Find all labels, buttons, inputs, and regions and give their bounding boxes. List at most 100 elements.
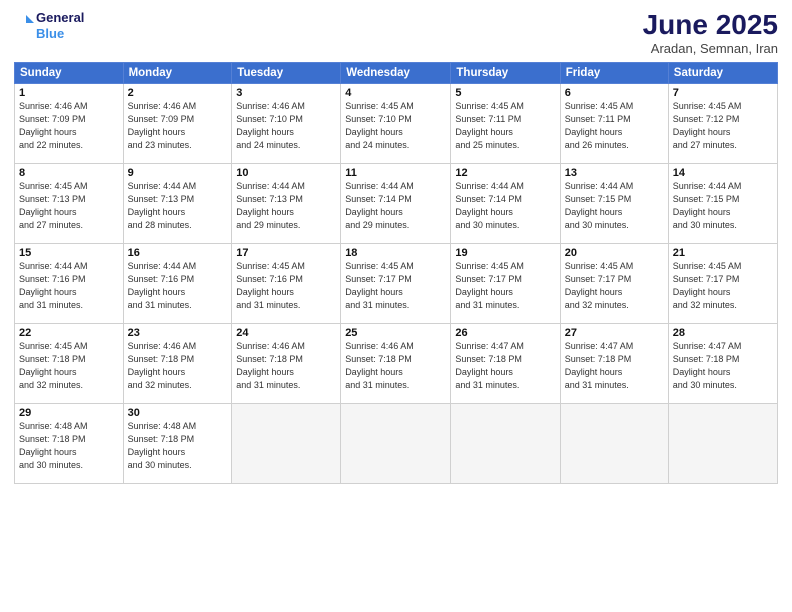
day-cell: 23 Sunrise: 4:46 AM Sunset: 7:18 PM Dayl… <box>123 323 232 403</box>
day-info: Sunrise: 4:45 AM Sunset: 7:12 PM Dayligh… <box>673 100 773 152</box>
day-info: Sunrise: 4:45 AM Sunset: 7:10 PM Dayligh… <box>345 100 446 152</box>
day-cell: 9 Sunrise: 4:44 AM Sunset: 7:13 PM Dayli… <box>123 163 232 243</box>
day-info: Sunrise: 4:46 AM Sunset: 7:10 PM Dayligh… <box>236 100 336 152</box>
day-number: 7 <box>673 87 773 99</box>
day-info: Sunrise: 4:46 AM Sunset: 7:09 PM Dayligh… <box>19 100 119 152</box>
day-number: 25 <box>345 327 446 339</box>
day-cell: 22 Sunrise: 4:45 AM Sunset: 7:18 PM Dayl… <box>15 323 124 403</box>
header-row: Sunday Monday Tuesday Wednesday Thursday… <box>15 62 778 83</box>
day-info: Sunrise: 4:46 AM Sunset: 7:18 PM Dayligh… <box>128 340 228 392</box>
logo: General Blue <box>14 10 84 41</box>
title-block: June 2025 Aradan, Semnan, Iran <box>643 10 778 56</box>
day-number: 28 <box>673 327 773 339</box>
day-cell: 20 Sunrise: 4:45 AM Sunset: 7:17 PM Dayl… <box>560 243 668 323</box>
day-number: 8 <box>19 167 119 179</box>
day-info: Sunrise: 4:44 AM Sunset: 7:13 PM Dayligh… <box>236 180 336 232</box>
empty-cell <box>560 403 668 483</box>
day-number: 20 <box>565 247 664 259</box>
logo-general: General <box>36 10 84 26</box>
day-info: Sunrise: 4:45 AM Sunset: 7:17 PM Dayligh… <box>455 260 555 312</box>
day-number: 26 <box>455 327 555 339</box>
day-number: 5 <box>455 87 555 99</box>
logo-svg <box>14 11 34 41</box>
day-info: Sunrise: 4:48 AM Sunset: 7:18 PM Dayligh… <box>128 420 228 472</box>
day-info: Sunrise: 4:44 AM Sunset: 7:13 PM Dayligh… <box>128 180 228 232</box>
day-number: 19 <box>455 247 555 259</box>
day-number: 22 <box>19 327 119 339</box>
day-cell: 14 Sunrise: 4:44 AM Sunset: 7:15 PM Dayl… <box>668 163 777 243</box>
day-number: 12 <box>455 167 555 179</box>
col-thursday: Thursday <box>451 62 560 83</box>
day-cell: 28 Sunrise: 4:47 AM Sunset: 7:18 PM Dayl… <box>668 323 777 403</box>
day-info: Sunrise: 4:44 AM Sunset: 7:15 PM Dayligh… <box>565 180 664 232</box>
col-friday: Friday <box>560 62 668 83</box>
empty-cell <box>451 403 560 483</box>
day-cell: 2 Sunrise: 4:46 AM Sunset: 7:09 PM Dayli… <box>123 83 232 163</box>
day-number: 23 <box>128 327 228 339</box>
day-number: 24 <box>236 327 336 339</box>
day-cell: 7 Sunrise: 4:45 AM Sunset: 7:12 PM Dayli… <box>668 83 777 163</box>
day-cell: 13 Sunrise: 4:44 AM Sunset: 7:15 PM Dayl… <box>560 163 668 243</box>
empty-cell <box>341 403 451 483</box>
day-cell: 18 Sunrise: 4:45 AM Sunset: 7:17 PM Dayl… <box>341 243 451 323</box>
day-cell: 29 Sunrise: 4:48 AM Sunset: 7:18 PM Dayl… <box>15 403 124 483</box>
day-cell: 4 Sunrise: 4:45 AM Sunset: 7:10 PM Dayli… <box>341 83 451 163</box>
col-saturday: Saturday <box>668 62 777 83</box>
day-number: 15 <box>19 247 119 259</box>
day-info: Sunrise: 4:44 AM Sunset: 7:16 PM Dayligh… <box>128 260 228 312</box>
month-title: June 2025 <box>643 10 778 41</box>
day-number: 30 <box>128 407 228 419</box>
col-wednesday: Wednesday <box>341 62 451 83</box>
day-cell: 17 Sunrise: 4:45 AM Sunset: 7:16 PM Dayl… <box>232 243 341 323</box>
col-tuesday: Tuesday <box>232 62 341 83</box>
header: General Blue June 2025 Aradan, Semnan, I… <box>14 10 778 56</box>
day-cell: 19 Sunrise: 4:45 AM Sunset: 7:17 PM Dayl… <box>451 243 560 323</box>
day-cell: 3 Sunrise: 4:46 AM Sunset: 7:10 PM Dayli… <box>232 83 341 163</box>
week-row: 29 Sunrise: 4:48 AM Sunset: 7:18 PM Dayl… <box>15 403 778 483</box>
day-number: 2 <box>128 87 228 99</box>
day-info: Sunrise: 4:45 AM Sunset: 7:17 PM Dayligh… <box>673 260 773 312</box>
day-number: 11 <box>345 167 446 179</box>
day-cell: 24 Sunrise: 4:46 AM Sunset: 7:18 PM Dayl… <box>232 323 341 403</box>
empty-cell <box>232 403 341 483</box>
day-cell: 21 Sunrise: 4:45 AM Sunset: 7:17 PM Dayl… <box>668 243 777 323</box>
calendar-table: Sunday Monday Tuesday Wednesday Thursday… <box>14 62 778 484</box>
day-cell: 8 Sunrise: 4:45 AM Sunset: 7:13 PM Dayli… <box>15 163 124 243</box>
day-cell: 11 Sunrise: 4:44 AM Sunset: 7:14 PM Dayl… <box>341 163 451 243</box>
day-info: Sunrise: 4:46 AM Sunset: 7:18 PM Dayligh… <box>345 340 446 392</box>
day-number: 29 <box>19 407 119 419</box>
day-number: 9 <box>128 167 228 179</box>
day-info: Sunrise: 4:47 AM Sunset: 7:18 PM Dayligh… <box>673 340 773 392</box>
day-number: 10 <box>236 167 336 179</box>
col-sunday: Sunday <box>15 62 124 83</box>
day-info: Sunrise: 4:45 AM Sunset: 7:13 PM Dayligh… <box>19 180 119 232</box>
day-info: Sunrise: 4:45 AM Sunset: 7:18 PM Dayligh… <box>19 340 119 392</box>
day-number: 3 <box>236 87 336 99</box>
day-info: Sunrise: 4:46 AM Sunset: 7:09 PM Dayligh… <box>128 100 228 152</box>
week-row: 22 Sunrise: 4:45 AM Sunset: 7:18 PM Dayl… <box>15 323 778 403</box>
day-number: 13 <box>565 167 664 179</box>
day-number: 27 <box>565 327 664 339</box>
day-info: Sunrise: 4:45 AM Sunset: 7:16 PM Dayligh… <box>236 260 336 312</box>
day-number: 17 <box>236 247 336 259</box>
day-info: Sunrise: 4:44 AM Sunset: 7:16 PM Dayligh… <box>19 260 119 312</box>
day-cell: 6 Sunrise: 4:45 AM Sunset: 7:11 PM Dayli… <box>560 83 668 163</box>
day-info: Sunrise: 4:47 AM Sunset: 7:18 PM Dayligh… <box>455 340 555 392</box>
day-info: Sunrise: 4:44 AM Sunset: 7:14 PM Dayligh… <box>455 180 555 232</box>
empty-cell <box>668 403 777 483</box>
day-info: Sunrise: 4:45 AM Sunset: 7:11 PM Dayligh… <box>455 100 555 152</box>
day-cell: 16 Sunrise: 4:44 AM Sunset: 7:16 PM Dayl… <box>123 243 232 323</box>
day-info: Sunrise: 4:45 AM Sunset: 7:17 PM Dayligh… <box>345 260 446 312</box>
day-info: Sunrise: 4:47 AM Sunset: 7:18 PM Dayligh… <box>565 340 664 392</box>
week-row: 1 Sunrise: 4:46 AM Sunset: 7:09 PM Dayli… <box>15 83 778 163</box>
day-cell: 1 Sunrise: 4:46 AM Sunset: 7:09 PM Dayli… <box>15 83 124 163</box>
day-info: Sunrise: 4:46 AM Sunset: 7:18 PM Dayligh… <box>236 340 336 392</box>
day-info: Sunrise: 4:45 AM Sunset: 7:11 PM Dayligh… <box>565 100 664 152</box>
week-row: 15 Sunrise: 4:44 AM Sunset: 7:16 PM Dayl… <box>15 243 778 323</box>
day-number: 1 <box>19 87 119 99</box>
day-cell: 10 Sunrise: 4:44 AM Sunset: 7:13 PM Dayl… <box>232 163 341 243</box>
day-info: Sunrise: 4:44 AM Sunset: 7:15 PM Dayligh… <box>673 180 773 232</box>
day-number: 18 <box>345 247 446 259</box>
subtitle: Aradan, Semnan, Iran <box>643 41 778 56</box>
day-number: 16 <box>128 247 228 259</box>
